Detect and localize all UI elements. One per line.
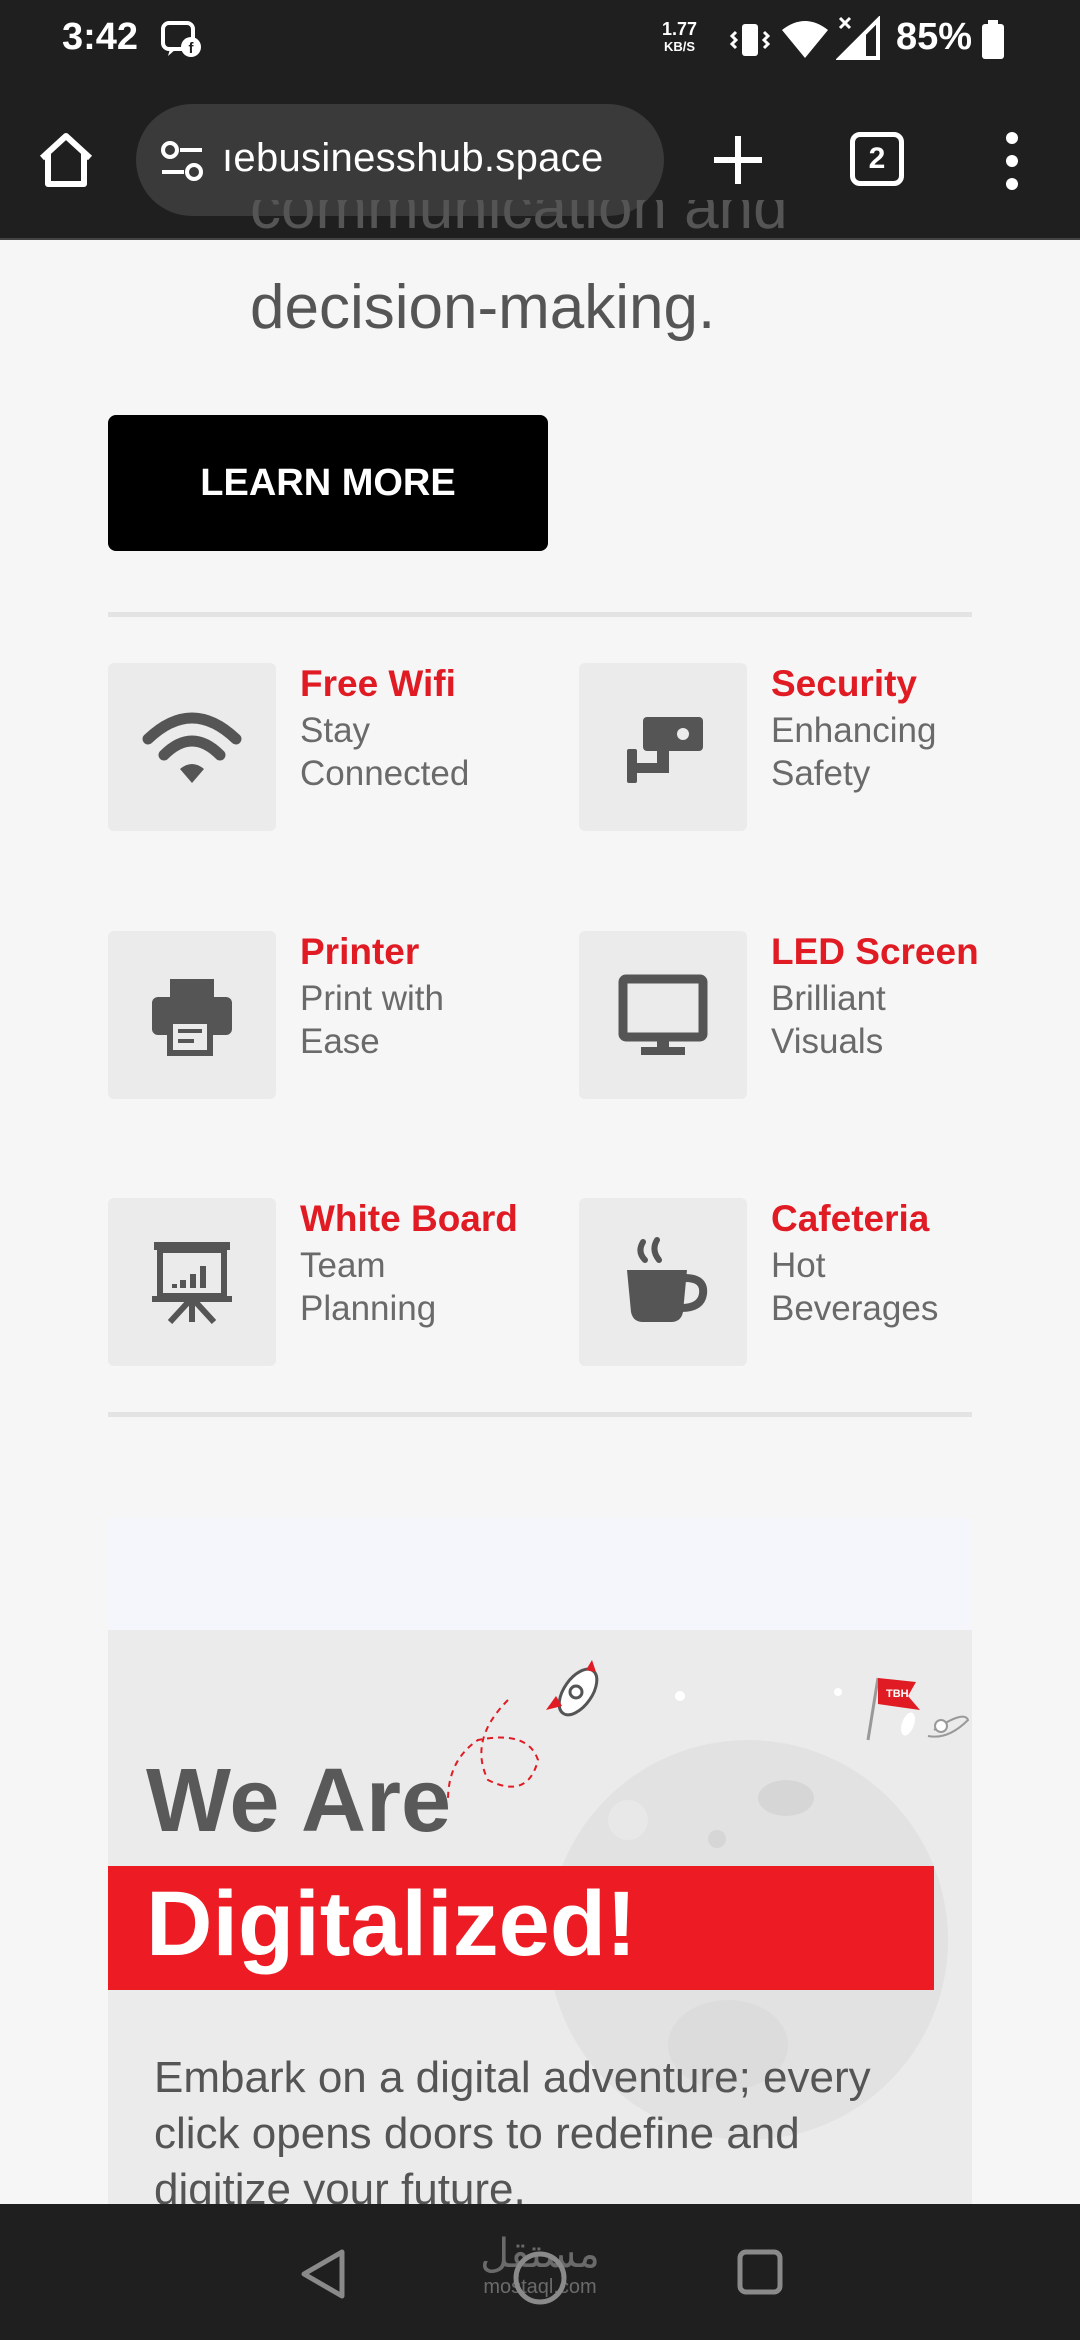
amenity-description: Hot Beverages: [771, 1246, 939, 1328]
home-button[interactable]: [34, 128, 98, 192]
presentation-board-icon: [152, 1242, 232, 1325]
digital-banner: TBH We Are Digitalized! Embark on a digi…: [108, 1630, 972, 2210]
divider: [108, 1412, 972, 1417]
banner-top-strip: [108, 1518, 972, 1630]
amenity-icon-tile: [108, 663, 276, 831]
amenity-icon-tile: [579, 663, 747, 831]
tab-switcher-button[interactable]: 2: [850, 132, 904, 186]
amenity-icon-tile: [579, 1198, 747, 1366]
amenity-led-screen: LED Screen Brilliant Visuals: [579, 931, 999, 1101]
learn-more-button[interactable]: LEARN MORE: [108, 415, 548, 551]
amenity-icon-tile: [108, 931, 276, 1099]
amenity-description: Team Planning: [300, 1246, 437, 1328]
amenity-title: Security: [771, 663, 918, 704]
hero-partial-text: communication and: [250, 200, 788, 240]
vibrate-icon: [729, 24, 771, 56]
wifi-signal-icon: [782, 21, 828, 58]
divider: [108, 612, 972, 617]
amenity-title: Cafeteria: [771, 1198, 930, 1239]
amenity-title: White Board: [300, 1198, 518, 1239]
cctv-icon: [627, 717, 703, 783]
amenity-security: Security Enhancing Safety: [579, 663, 999, 833]
svg-text:TBH: TBH: [886, 1688, 909, 1700]
banner-heading-line2: Digitalized!: [146, 1873, 637, 1975]
amenity-icon-tile: [108, 1198, 276, 1366]
watermark-latin: mostaql.com: [483, 2276, 597, 2298]
printer-icon: [152, 979, 232, 1056]
amenity-title: LED Screen: [771, 931, 979, 972]
watermark-logo: مستقل mostaql.com: [470, 2232, 610, 2299]
recents-icon[interactable]: [736, 2248, 784, 2296]
network-speed: 1.77 KB/S: [662, 20, 697, 56]
status-time: 3:42: [62, 16, 139, 58]
amenity-description: Enhancing Safety: [771, 711, 937, 793]
system-navigation-bar: مستقل mostaql.com: [0, 2204, 1080, 2340]
coffee-cup-icon: [627, 1237, 708, 1322]
banner-body-text: Embark on a digital adventure; every cli…: [154, 2053, 871, 2210]
back-icon[interactable]: [296, 2246, 348, 2302]
new-tab-button[interactable]: [708, 130, 768, 190]
flag-icon: TBH: [866, 1677, 920, 1741]
url-text[interactable]: ıebusinesshub.space: [222, 136, 604, 181]
messenger-notification-icon: f: [161, 21, 201, 57]
amenity-title: Printer: [300, 931, 420, 972]
battery-percent: 85%: [896, 16, 973, 58]
wifi-icon: [142, 712, 242, 783]
amenity-icon-tile: [579, 931, 747, 1099]
monitor-icon: [618, 974, 708, 1055]
amenity-description: Brilliant Visuals: [771, 979, 886, 1061]
amenity-description: Print with Ease: [300, 979, 444, 1061]
network-speed-value: 1.77: [662, 19, 698, 39]
amenity-cafeteria: Cafeteria Hot Beverages: [579, 1198, 999, 1368]
battery-icon: [982, 20, 1004, 59]
banner-heading-line1: We Are: [146, 1751, 452, 1851]
amenity-description: Stay Connected: [300, 711, 470, 793]
cell-signal-icon: [836, 16, 880, 60]
overflow-menu-icon[interactable]: [1000, 130, 1024, 192]
status-bar: 3:42 f 1.77 KB/S 85%: [0, 0, 1080, 80]
network-speed-unit: KB/S: [663, 39, 696, 54]
amenity-printer: Printer Print with Ease: [108, 931, 528, 1101]
watermark-arabic: مستقل: [480, 2231, 600, 2277]
rocket-icon: [546, 1660, 599, 1717]
site-settings-icon[interactable]: [158, 138, 208, 184]
amenity-white-board: White Board Team Planning: [108, 1198, 528, 1368]
amenity-title: Free Wifi: [300, 663, 456, 704]
hero-text: decision-making.: [250, 273, 716, 342]
hero-partial-line: communication and: [250, 200, 1010, 240]
amenity-free-wifi: Free Wifi Stay Connected: [108, 663, 528, 833]
